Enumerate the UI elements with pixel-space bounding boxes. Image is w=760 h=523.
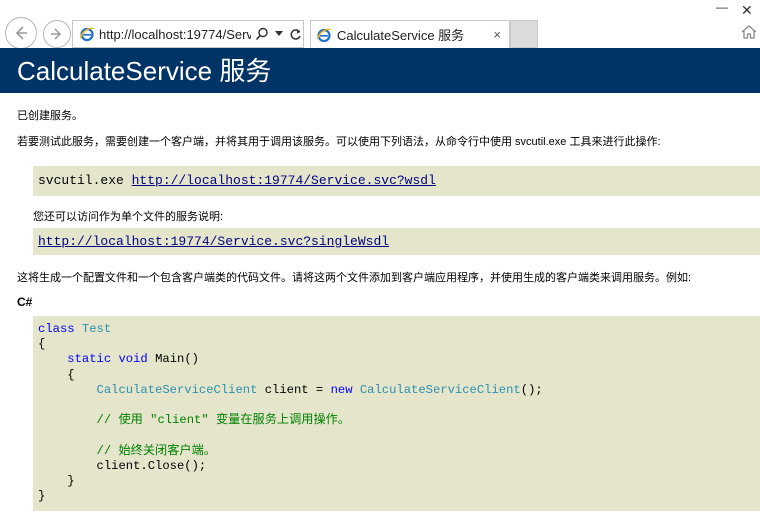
code-brace: { <box>67 367 75 382</box>
wsdl-link[interactable]: http://localhost:19774/Service.svc?wsdl <box>132 173 436 188</box>
single-wsdl-link[interactable]: http://localhost:19774/Service.svc?singl… <box>38 234 389 249</box>
code-method: Main() <box>155 352 199 367</box>
forward-button[interactable] <box>43 20 71 48</box>
svcutil-command-box: svcutil.exe http://localhost:19774/Servi… <box>33 166 760 196</box>
ie-tab-icon <box>316 28 332 42</box>
code-comment: // 使用 "client" 变量在服务上调用操作。 <box>96 413 351 428</box>
generate-text: 这将生成一个配置文件和一个包含客户端类的代码文件。请将这两个文件添加到客户端应用… <box>17 272 692 284</box>
code-text: client.Close(); <box>96 458 207 473</box>
svcutil-command: svcutil.exe <box>38 173 132 188</box>
page-content: CalculateService 服务 已创建服务。 若要测试此服务，需要创建一… <box>0 48 760 523</box>
address-text[interactable]: http://localhost:19774/Service.svc <box>99 27 251 42</box>
single-file-text: 您还可以访问作为单个文件的服务说明: <box>33 211 224 223</box>
code-keyword: class <box>38 322 75 336</box>
window-close-button[interactable]: ✕ <box>741 2 753 19</box>
tab-calculate-service[interactable]: CalculateService 服务 × <box>310 20 510 48</box>
code-comment: // 始终关闭客户端。 <box>96 443 216 458</box>
back-button[interactable] <box>5 17 37 49</box>
code-brace: } <box>38 489 46 504</box>
search-icon[interactable] <box>255 27 269 41</box>
code-type: CalculateServiceClient <box>359 382 521 397</box>
arrow-left-icon <box>15 26 27 40</box>
single-wsdl-box: http://localhost:19774/Service.svc?singl… <box>33 228 760 255</box>
code-keyword: new <box>330 382 353 397</box>
code-type: Test <box>81 322 112 336</box>
dropdown-arrow-icon[interactable] <box>275 31 283 37</box>
home-button[interactable] <box>740 24 758 45</box>
language-heading: C# <box>17 295 33 309</box>
tab-close-icon[interactable]: × <box>493 27 501 42</box>
intro-text: 若要测试此服务，需要创建一个客户端，并将其用于调用该服务。可以使用下列语法，从命… <box>17 136 661 148</box>
service-created-text: 已创建服务。 <box>17 110 83 122</box>
code-brace: } <box>67 474 75 489</box>
refresh-icon[interactable] <box>289 28 302 41</box>
code-keyword: void <box>118 352 148 367</box>
code-keyword: static <box>67 352 112 367</box>
code-text: (); <box>520 382 543 397</box>
code-type: CalculateServiceClient <box>96 382 258 397</box>
home-icon <box>741 25 757 39</box>
tab-title: CalculateService 服务 <box>337 28 465 43</box>
arrow-right-icon <box>51 28 62 40</box>
page-heading: CalculateService 服务 <box>0 48 760 93</box>
ie-page-icon <box>79 27 95 42</box>
address-bar[interactable]: http://localhost:19774/Service.svc <box>72 20 304 48</box>
browser-chrome: http://localhost:19774/Service.svc Calcu… <box>0 0 760 49</box>
code-sample: class Test { static void Main() { Calcul… <box>33 316 760 511</box>
code-brace: { <box>38 337 46 352</box>
minimize-button[interactable]: — <box>716 0 728 14</box>
new-tab-button[interactable] <box>510 20 538 48</box>
code-text: client = <box>257 382 331 397</box>
